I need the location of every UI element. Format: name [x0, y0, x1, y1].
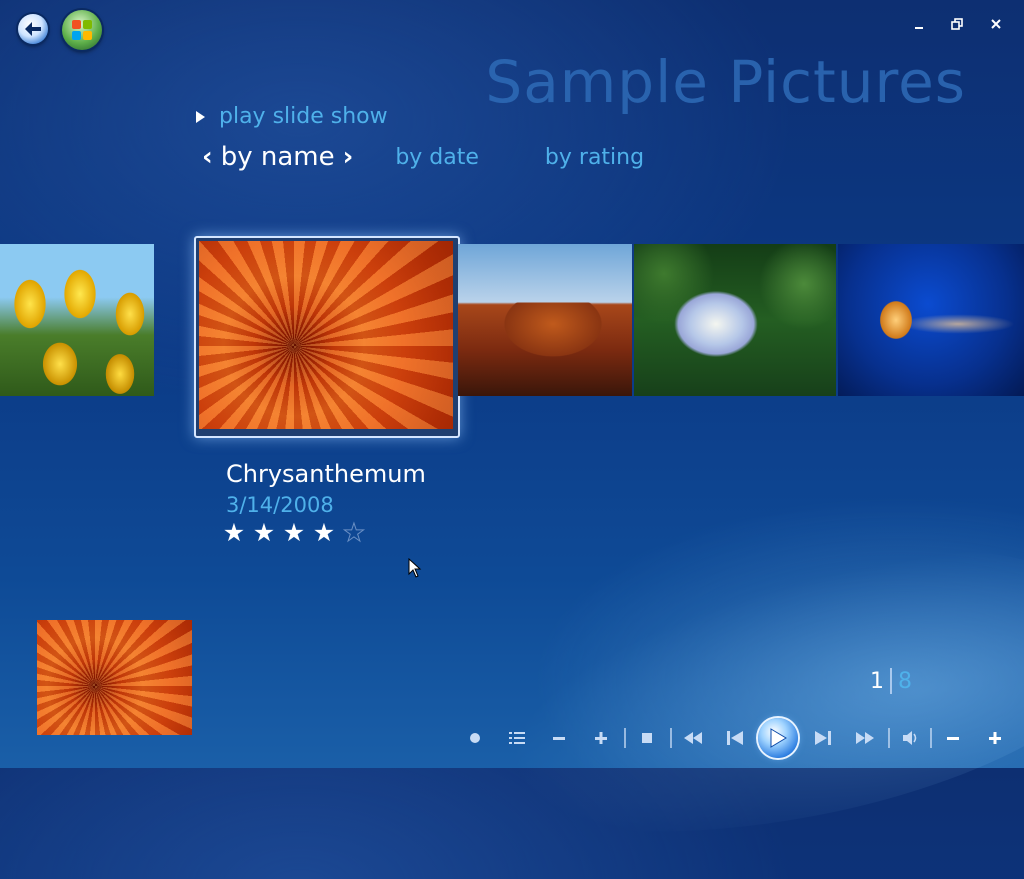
plus-icon	[595, 732, 607, 744]
rewind-button[interactable]	[682, 728, 704, 748]
total-pages: 8	[898, 668, 912, 694]
now-playing-preview[interactable]	[37, 620, 192, 735]
current-page: 1	[870, 668, 884, 694]
previous-button[interactable]	[724, 728, 746, 748]
play-button[interactable]	[758, 718, 798, 758]
thumbnail-tulips[interactable]	[0, 244, 154, 396]
windows-start-icon	[72, 20, 92, 40]
volume-down-button[interactable]	[942, 728, 964, 748]
stop-button[interactable]	[636, 728, 658, 748]
star-empty-icon[interactable]: ★	[342, 518, 366, 548]
fast-forward-icon	[856, 732, 874, 744]
star-icon[interactable]: ★	[282, 518, 306, 548]
close-icon	[991, 19, 1001, 29]
star-icon[interactable]: ★	[252, 518, 276, 548]
playlist-button[interactable]	[506, 728, 528, 748]
play-triangle-icon	[196, 110, 205, 123]
star-icon[interactable]: ★	[222, 518, 246, 548]
restore-icon	[951, 18, 963, 30]
transport-divider	[624, 728, 626, 748]
star-rating[interactable]: ★ ★ ★ ★ ★	[222, 518, 366, 548]
channel-plus-button[interactable]	[590, 728, 612, 748]
volume-down-icon	[947, 737, 959, 740]
transport-divider	[930, 728, 932, 748]
transport-bar	[460, 716, 1020, 760]
restore-button[interactable]	[946, 14, 968, 34]
sort-tabs: ‹ by name › by date by rating	[202, 142, 644, 172]
tab-by-date[interactable]: by date	[395, 145, 479, 170]
tab-by-name-label: by name	[220, 142, 335, 172]
back-arrow-icon	[25, 22, 41, 36]
page-divider	[890, 668, 892, 694]
next-button[interactable]	[812, 728, 834, 748]
transport-divider	[670, 728, 672, 748]
play-slideshow-label: play slide show	[219, 104, 388, 129]
star-icon[interactable]: ★	[312, 518, 336, 548]
skip-back-icon	[727, 731, 743, 745]
volume-up-button[interactable]	[984, 728, 1006, 748]
thumbnail-hydrangeas[interactable]	[634, 244, 836, 396]
record-button[interactable]	[464, 728, 486, 748]
background-swoosh	[412, 501, 1024, 879]
page-title: Sample Pictures	[485, 48, 966, 116]
tab-by-rating[interactable]: by rating	[545, 145, 644, 170]
selected-item-date: 3/14/2008	[226, 493, 334, 517]
volume-up-icon	[989, 732, 1001, 744]
minimize-button[interactable]	[908, 14, 930, 34]
selected-item-name: Chrysanthemum	[226, 460, 426, 488]
chevron-left-icon[interactable]: ‹	[202, 142, 213, 172]
thumbnail-jellyfish[interactable]	[838, 244, 1024, 396]
channel-minus-button[interactable]	[548, 728, 570, 748]
minus-icon	[553, 737, 565, 740]
play-icon	[770, 728, 787, 748]
skip-forward-icon	[815, 731, 831, 745]
tab-by-name[interactable]: ‹ by name ›	[202, 142, 353, 172]
page-counter: 1 8	[870, 668, 912, 694]
windows-start-button[interactable]	[62, 10, 102, 50]
mute-button[interactable]	[900, 728, 922, 748]
transport-divider	[888, 728, 890, 748]
back-button[interactable]	[18, 14, 48, 44]
minimize-icon	[915, 27, 923, 29]
thumbnail-chrysanthemum[interactable]	[199, 241, 453, 429]
record-icon	[470, 733, 480, 743]
stop-icon	[642, 733, 652, 743]
thumbnail-desert[interactable]	[458, 244, 632, 396]
close-button[interactable]	[985, 14, 1007, 34]
list-icon	[509, 732, 525, 744]
volume-icon	[903, 731, 917, 745]
mouse-cursor-icon	[408, 558, 422, 578]
fast-forward-button[interactable]	[854, 728, 876, 748]
play-slideshow-button[interactable]: play slide show	[196, 104, 388, 129]
rewind-icon	[684, 732, 702, 744]
chevron-right-icon[interactable]: ›	[343, 142, 354, 172]
